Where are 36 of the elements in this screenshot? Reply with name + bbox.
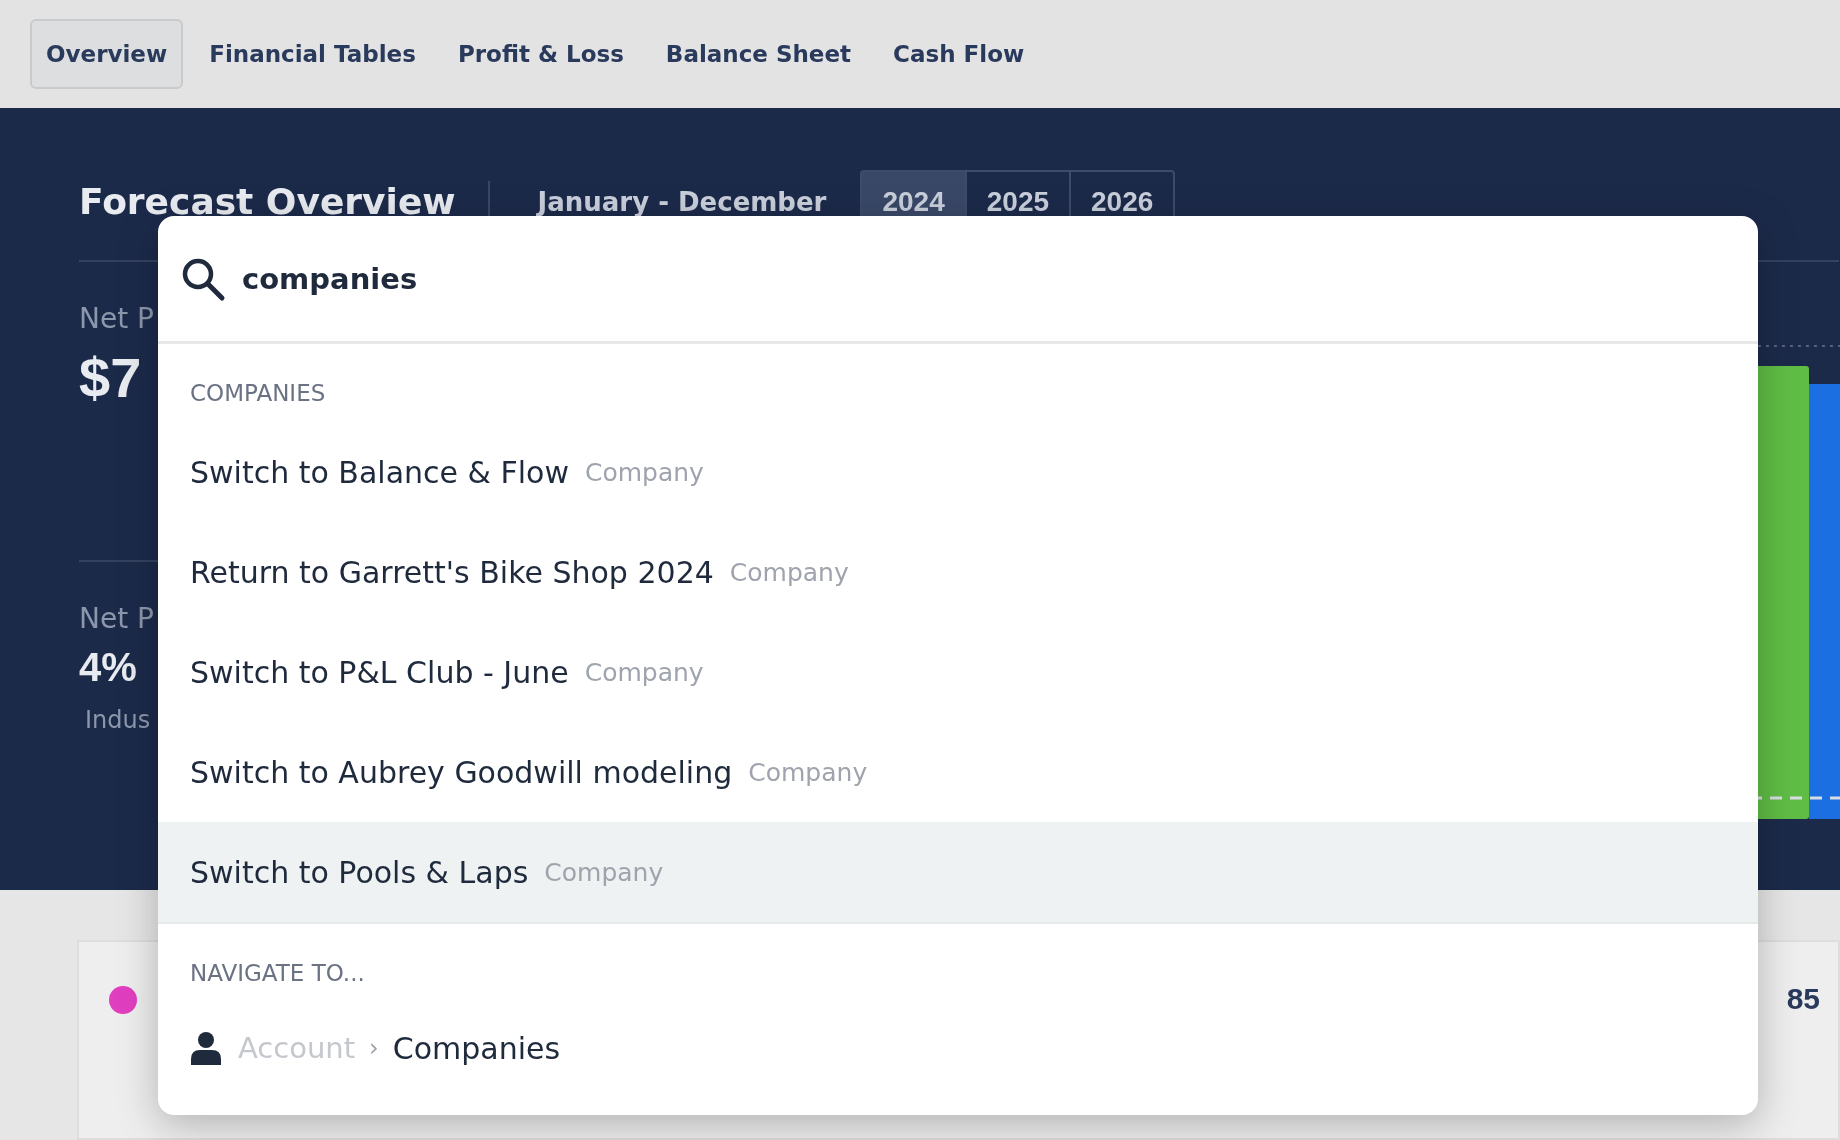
tab[interactable]: Overview (30, 18, 184, 89)
result-item[interactable]: Switch to Aubrey Goodwill modeling Company (158, 722, 1758, 822)
breadcrumb-separator: › (369, 1034, 379, 1062)
result-type: Company (584, 657, 704, 687)
section-heading: NAVIGATE TO... (189, 959, 366, 988)
result-title: Switch to Aubrey Goodwill modeling (190, 754, 733, 790)
result-type: Company (585, 457, 704, 487)
result-title: Switch to Balance & Flow (190, 454, 569, 490)
result-type: Company (544, 857, 664, 887)
status-dot (109, 986, 137, 1014)
breadcrumb-current: Companies (392, 1030, 561, 1066)
result-title: Switch to Pools & Laps (190, 854, 529, 890)
result-type: Company (748, 757, 868, 787)
metric-value: 4% (79, 644, 137, 690)
metric-label: Net P (79, 301, 154, 335)
search-field[interactable]: companies (242, 253, 1758, 304)
metric-value: $7 (79, 344, 142, 410)
breadcrumb-parent: Account (238, 1031, 356, 1065)
tab[interactable]: Profit & Loss (441, 18, 640, 89)
result-item[interactable]: Switch to Pools & Laps Company (158, 822, 1758, 922)
person-icon (190, 1031, 222, 1065)
result-item[interactable]: Switch to Balance & Flow Company (158, 422, 1758, 522)
tab[interactable]: Balance Sheet (649, 18, 868, 89)
navigation-item[interactable]: Account › Companies (158, 1002, 1758, 1094)
tab[interactable]: Financial Tables (193, 18, 432, 89)
metric-note: Indus (85, 705, 151, 734)
result-item[interactable]: Switch to P&L Club - June Company (158, 622, 1758, 722)
tab[interactable]: Cash Flow (877, 18, 1041, 89)
metric-label: Net P (79, 601, 154, 635)
period-label: January - December (535, 186, 828, 217)
result-title: Return to Garrett's Bike Shop 2024 (190, 554, 714, 590)
card-value: 85 (1786, 982, 1820, 1016)
result-item[interactable]: Return to Garrett's Bike Shop 2024 Company (158, 522, 1758, 622)
result-type: Company (729, 557, 849, 587)
result-title: Switch to P&L Club - June (190, 654, 569, 690)
section-heading: COMPANIES (189, 379, 327, 408)
